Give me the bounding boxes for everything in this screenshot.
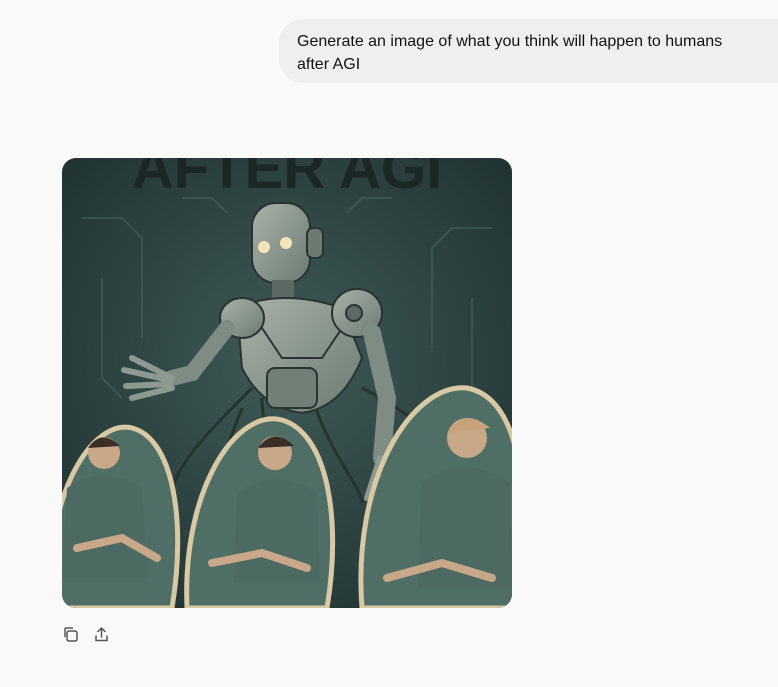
copy-icon bbox=[64, 627, 78, 642]
share-button[interactable] bbox=[92, 625, 111, 644]
after-agi-illustration: AFTER AGI bbox=[62, 158, 512, 608]
user-message-bubble: Generate an image of what you think will… bbox=[279, 19, 778, 83]
generated-image[interactable]: AFTER AGI bbox=[62, 158, 512, 608]
share-icon bbox=[95, 627, 108, 642]
user-message-text: Generate an image of what you think will… bbox=[297, 33, 723, 73]
image-title-text: AFTER AGI bbox=[132, 158, 442, 201]
image-actions bbox=[61, 625, 111, 644]
copy-button[interactable] bbox=[61, 625, 80, 644]
